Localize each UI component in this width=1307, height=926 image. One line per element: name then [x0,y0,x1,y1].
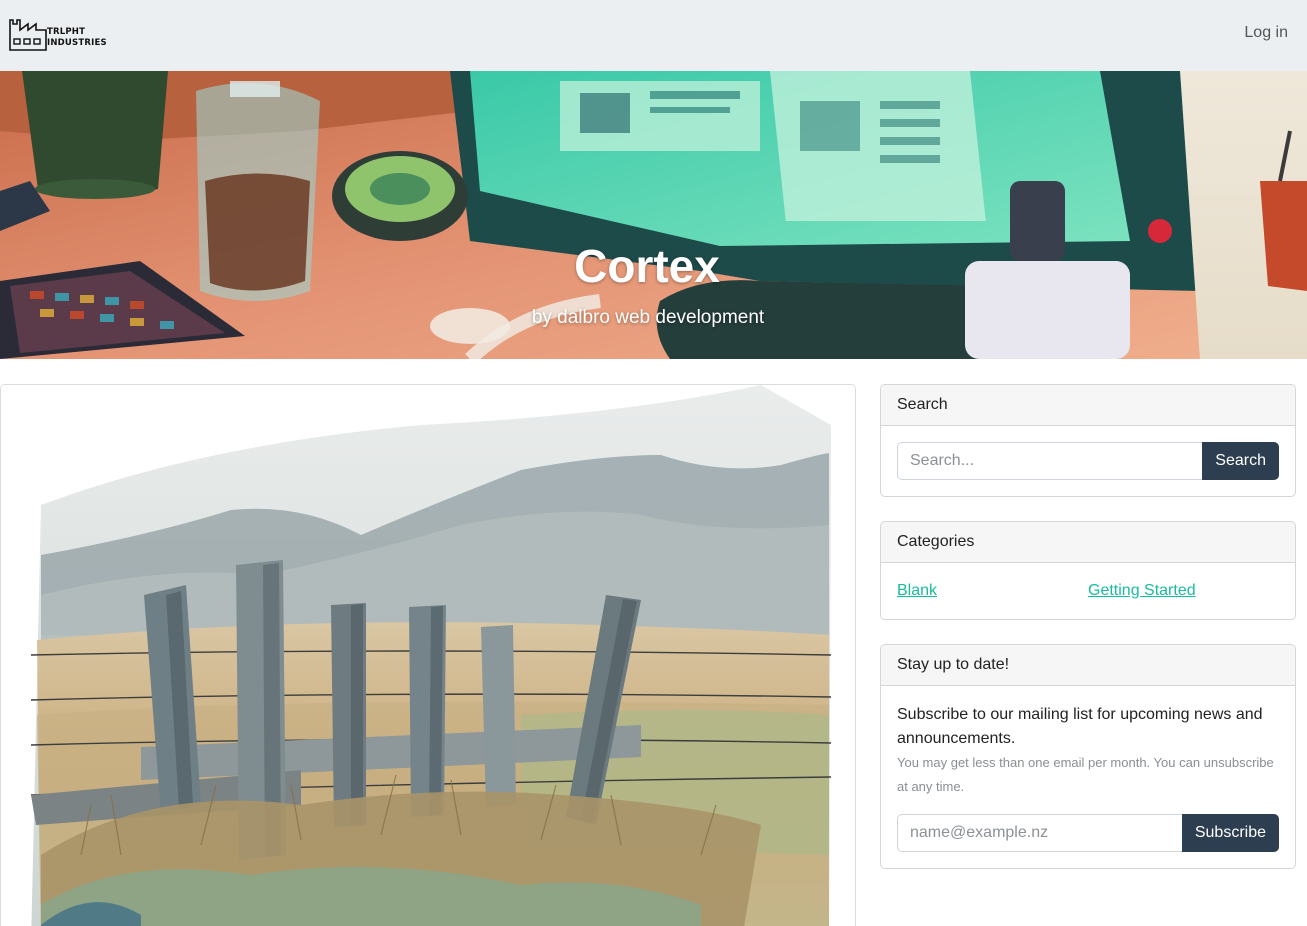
newsletter-note-text: You may get less than one email per mont… [897,755,1274,794]
subscribe-button[interactable]: Subscribe [1181,814,1279,852]
category-list: Blank Getting Started [897,579,1279,603]
newsletter-lead-text: Subscribe to our mailing list for upcomi… [897,706,1263,747]
category-column-2: Getting Started [1088,582,1279,603]
search-button[interactable]: Search [1202,442,1279,480]
brand-logo[interactable]: TRLPHT INDUSTRIES [9,18,107,52]
site-title: Cortex [574,240,720,292]
site-subtitle: by dalbro web development [531,307,765,328]
login-link[interactable]: Log in [1244,24,1288,42]
category-link-getting-started[interactable]: Getting Started [1088,582,1196,599]
search-widget-body: Search [881,426,1295,496]
search-form: Search [897,442,1279,480]
newsletter-widget: Stay up to date! Subscribe to our mailin… [880,644,1296,869]
brand-logo-text: TRLPHT INDUSTRIES [47,27,107,49]
categories-widget-header: Categories [881,522,1295,563]
category-column-1: Blank [897,582,1088,603]
search-input[interactable] [897,442,1203,480]
newsletter-widget-body: Subscribe to our mailing list for upcomi… [881,686,1295,868]
navbar: TRLPHT INDUSTRIES Log in [0,0,1307,71]
newsletter-email-input[interactable] [897,814,1182,852]
search-widget-header: Search [881,385,1295,426]
newsletter-widget-header: Stay up to date! [881,645,1295,686]
categories-widget: Categories Blank Getting Started [880,521,1296,620]
brand-line-2: INDUSTRIES [47,38,107,48]
featured-post-image[interactable] [1,385,856,926]
featured-post-card[interactable] [0,384,856,926]
factory-icon [9,19,47,51]
brand-line-1: TRLPHT [47,27,86,37]
hero-banner: Cortex by dalbro web development [0,71,1307,359]
search-widget: Search Search [880,384,1296,497]
category-link-blank[interactable]: Blank [897,582,937,599]
categories-widget-body: Blank Getting Started [881,563,1295,619]
newsletter-form: Subscribe [897,814,1279,852]
